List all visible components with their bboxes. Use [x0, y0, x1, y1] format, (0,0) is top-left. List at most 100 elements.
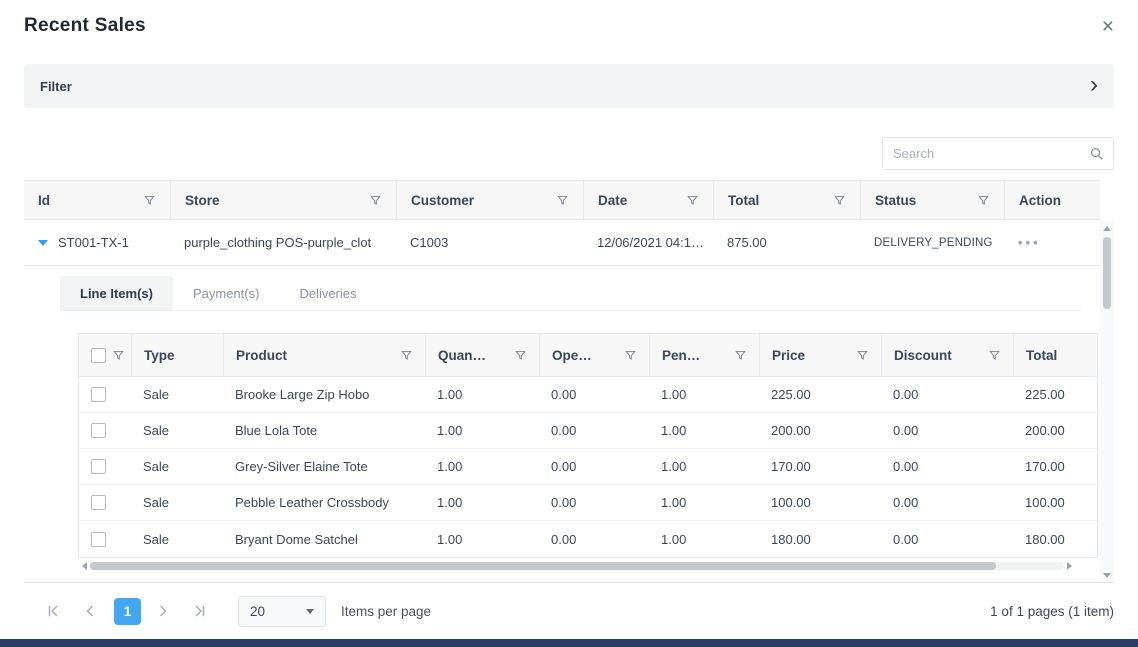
column-header-id[interactable]: Id — [24, 181, 170, 219]
filter-icon[interactable] — [856, 349, 869, 362]
column-label: Action — [1019, 193, 1061, 208]
column-header-total[interactable]: Total — [713, 181, 860, 219]
detail-tabstrip: Line Item(s) Payment(s) Deliveries — [60, 276, 1082, 311]
row-checkbox[interactable] — [91, 387, 106, 402]
line-total-cell: 170.00 — [1013, 459, 1097, 474]
line-item-row[interactable]: Sale Brooke Large Zip Hobo 1.00 0.00 1.0… — [79, 377, 1097, 413]
vertical-scrollbar[interactable] — [1100, 221, 1114, 583]
tab-line-items[interactable]: Line Item(s) — [60, 276, 173, 310]
scroll-down-icon[interactable] — [1103, 573, 1111, 578]
line-item-row[interactable]: Sale Pebble Leather Crossbody 1.00 0.00 … — [79, 485, 1097, 521]
line-item-row[interactable]: Sale Bryant Dome Satchel 1.00 0.00 1.00 … — [79, 521, 1097, 557]
close-icon[interactable]: × — [1102, 16, 1114, 37]
tab-deliveries[interactable]: Deliveries — [279, 276, 376, 310]
sale-status-cell: DELIVERY_PENDING — [860, 220, 1004, 265]
quantity-cell: 1.00 — [425, 459, 539, 474]
filter-icon[interactable] — [143, 194, 156, 207]
column-header-customer[interactable]: Customer — [396, 181, 583, 219]
line-total-cell: 180.00 — [1013, 532, 1097, 547]
filter-icon[interactable] — [977, 194, 990, 207]
type-cell: Sale — [131, 532, 223, 547]
row-checkbox[interactable] — [91, 459, 106, 474]
line-item-row[interactable]: Sale Blue Lola Tote 1.00 0.00 1.00 200.0… — [79, 413, 1097, 449]
prev-page-button[interactable] — [75, 596, 105, 626]
action-menu-button[interactable]: ••• — [1018, 235, 1041, 250]
sales-grid: Id Store Customer Date Total — [24, 180, 1114, 583]
row-checkbox[interactable] — [91, 423, 106, 438]
line-total-cell: 200.00 — [1013, 423, 1097, 438]
search-input[interactable] — [883, 146, 1089, 161]
scroll-up-icon[interactable] — [1103, 226, 1111, 231]
scroll-left-icon[interactable] — [82, 562, 87, 570]
column-label: Product — [236, 348, 287, 363]
select-cell — [79, 387, 131, 402]
column-header-discount[interactable]: Discount — [881, 334, 1013, 376]
modal-header: Recent Sales × — [0, 0, 1138, 52]
first-page-button[interactable] — [38, 596, 68, 626]
filter-icon[interactable] — [400, 349, 413, 362]
column-header-product[interactable]: Product — [223, 334, 425, 376]
column-header-pending[interactable]: Pen… — [649, 334, 759, 376]
product-cell: Pebble Leather Crossbody — [223, 495, 425, 510]
line-total-cell: 100.00 — [1013, 495, 1097, 510]
discount-cell: 0.00 — [881, 459, 1013, 474]
filter-icon[interactable] — [734, 349, 747, 362]
column-header-store[interactable]: Store — [170, 181, 396, 219]
next-page-button[interactable] — [148, 596, 178, 626]
filter-icon[interactable] — [112, 349, 125, 362]
filter-icon[interactable] — [624, 349, 637, 362]
filter-icon[interactable] — [833, 194, 846, 207]
open-cell: 0.00 — [539, 387, 649, 402]
filter-icon[interactable] — [686, 194, 699, 207]
discount-cell: 0.00 — [881, 387, 1013, 402]
filter-panel-toggle[interactable]: Filter › — [24, 64, 1114, 108]
column-header-price[interactable]: Price — [759, 334, 881, 376]
page-title: Recent Sales — [24, 15, 146, 37]
horizontal-scrollbar[interactable] — [82, 561, 1072, 570]
vertical-scroll-thumb[interactable] — [1103, 237, 1111, 309]
caret-down-icon — [306, 609, 314, 614]
column-header-status[interactable]: Status — [860, 181, 1004, 219]
row-checkbox[interactable] — [91, 532, 106, 547]
horizontal-scroll-track[interactable] — [90, 562, 1064, 570]
type-cell: Sale — [131, 387, 223, 402]
column-header-open[interactable]: Ope… — [539, 334, 649, 376]
discount-cell: 0.00 — [881, 495, 1013, 510]
column-header-date[interactable]: Date — [583, 181, 713, 219]
pending-cell: 1.00 — [649, 387, 759, 402]
column-label: Total — [1026, 348, 1057, 363]
collapse-caret-icon[interactable] — [38, 240, 48, 246]
open-cell: 0.00 — [539, 459, 649, 474]
pagination-bar: 1 20 Items per page 1 of 1 pages (1 item… — [24, 591, 1114, 631]
column-label: Type — [144, 348, 175, 363]
sale-customer-cell: C1003 — [396, 220, 583, 265]
quantity-cell: 1.00 — [425, 423, 539, 438]
open-cell: 0.00 — [539, 532, 649, 547]
bottom-bar — [0, 639, 1138, 647]
column-header-quantity[interactable]: Quan… — [425, 334, 539, 376]
page-size-select[interactable]: 20 — [238, 596, 326, 627]
line-item-row[interactable]: Sale Grey-Silver Elaine Tote 1.00 0.00 1… — [79, 449, 1097, 485]
sale-detail-panel: Line Item(s) Payment(s) Deliveries Type — [24, 266, 1100, 582]
sale-id: ST001-TX-1 — [58, 235, 129, 250]
column-header-type[interactable]: Type — [131, 334, 223, 376]
price-cell: 180.00 — [759, 532, 881, 547]
filter-icon[interactable] — [369, 194, 382, 207]
product-cell: Brooke Large Zip Hobo — [223, 387, 425, 402]
filter-icon[interactable] — [514, 349, 527, 362]
tab-payments[interactable]: Payment(s) — [173, 276, 279, 310]
filter-icon[interactable] — [988, 349, 1001, 362]
price-cell: 200.00 — [759, 423, 881, 438]
select-all-checkbox[interactable] — [91, 348, 106, 363]
search-box — [882, 137, 1114, 170]
filter-label: Filter — [40, 79, 72, 94]
type-cell: Sale — [131, 495, 223, 510]
sale-row[interactable]: ST001-TX-1 purple_clothing POS-purple_cl… — [24, 220, 1100, 266]
current-page-button[interactable]: 1 — [114, 598, 141, 625]
scroll-right-icon[interactable] — [1067, 562, 1072, 570]
price-cell: 100.00 — [759, 495, 881, 510]
row-checkbox[interactable] — [91, 495, 106, 510]
horizontal-scroll-thumb[interactable] — [90, 562, 996, 570]
last-page-button[interactable] — [185, 596, 215, 626]
filter-icon[interactable] — [556, 194, 569, 207]
